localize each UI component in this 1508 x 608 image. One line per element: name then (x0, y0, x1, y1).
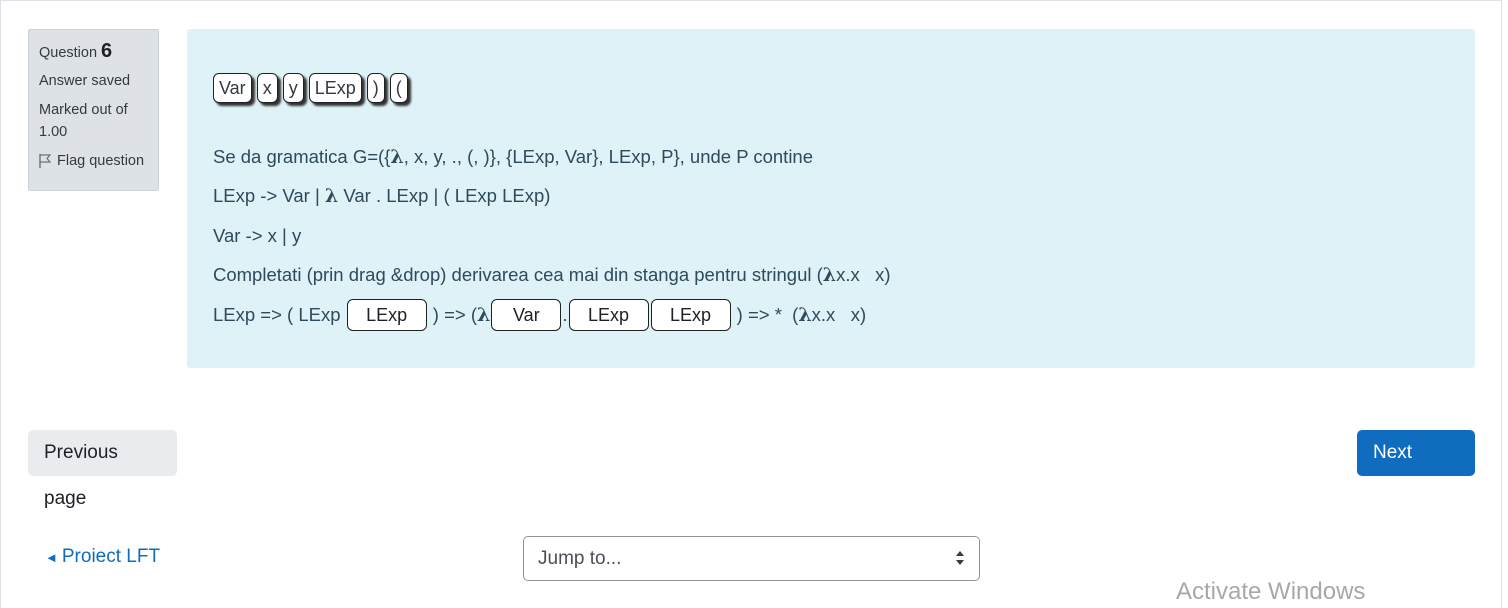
drop-zone-1[interactable]: LExp (346, 298, 427, 331)
question-text: Se da gramatica G=({λ, x, y, ., (, )}, {… (213, 137, 891, 335)
question-line-var-rule: Var -> x | y (213, 224, 302, 246)
back-arrow-icon: ◄ (45, 549, 58, 565)
lambda-symbol: λ (390, 145, 404, 168)
question-line-derivation: LExp => ( LExp LExp ) => (λ Var. LExp LExp … (213, 295, 891, 335)
drop-zone-2[interactable]: Var (491, 298, 562, 331)
question-label: Question (39, 45, 98, 61)
lambda-symbol: λ (477, 303, 491, 326)
drag-item-y[interactable]: y (282, 73, 304, 103)
text-segment: x.x x) (811, 303, 867, 325)
text-segment: Se da gramatica G=({ (213, 145, 391, 167)
question-grade: Marked out of 1.00 (39, 102, 128, 140)
question-state: Answer saved (39, 73, 131, 89)
jump-to-value: Jump to... (538, 548, 622, 569)
flag-question-label: Flag question (57, 153, 145, 169)
jump-to-select[interactable]: Jump to... (523, 536, 980, 581)
drag-items: Var x y LExp ) ( (213, 73, 408, 103)
flag-icon (39, 154, 51, 168)
flag-question-button[interactable]: Flag question (39, 153, 148, 169)
text-segment: Completati (prin drag &drop) derivarea c… (213, 264, 823, 286)
text-segment: ) => * ( (731, 303, 799, 325)
next-page-button[interactable]: Next page (1357, 430, 1475, 509)
drag-item-open-paren[interactable]: ( (389, 73, 408, 103)
back-to-course-link[interactable]: ◄ Proiect LFT (45, 546, 160, 568)
drag-item-var[interactable]: Var (213, 73, 252, 103)
activate-windows-watermark: Activate Windows (1176, 578, 1366, 605)
lambda-symbol: λ (324, 185, 339, 208)
text-segment: ) => ( (427, 303, 478, 325)
drag-item-lexp[interactable]: LExp (308, 73, 362, 103)
question-line-grammar: Se da gramatica G=({λ, x, y, ., (, )}, {… (213, 137, 891, 177)
text-segment: LExp => ( LExp (213, 303, 346, 325)
lambda-symbol: λ (798, 303, 812, 326)
question-line-lexp-rule: LExp -> Var | λ Var . LExp | ( LExp LExp… (213, 177, 891, 217)
text-segment: , x, y, ., (, )}, {LExp, Var}, LExp, P},… (403, 145, 814, 167)
text-segment: Var . LExp | ( LExp LExp) (338, 185, 551, 207)
drop-zone-3[interactable]: LExp (568, 298, 649, 331)
text-segment: . (562, 303, 568, 325)
text-segment: x.x x) (836, 264, 891, 286)
question-number-value: 6 (101, 40, 113, 62)
question-line-instruction: Completati (prin drag &drop) derivarea c… (213, 256, 891, 296)
question-info-panel: Question 6 Answer saved Marked out of 1.… (28, 29, 159, 191)
drop-zone-4[interactable]: LExp (650, 298, 731, 331)
previous-page-button[interactable]: Previous page (28, 430, 177, 509)
text-segment: LExp -> Var | (213, 185, 325, 207)
lambda-symbol: λ (822, 264, 837, 287)
question-content: Var x y LExp ) ( Se da gramatica G=({λ, … (187, 29, 1475, 368)
drag-item-close-paren[interactable]: ) (366, 73, 385, 103)
drag-item-x[interactable]: x (256, 73, 278, 103)
question-number: Question 6 (39, 40, 148, 63)
back-link-label: Proiect LFT (61, 546, 161, 567)
select-arrows-icon (956, 551, 964, 565)
